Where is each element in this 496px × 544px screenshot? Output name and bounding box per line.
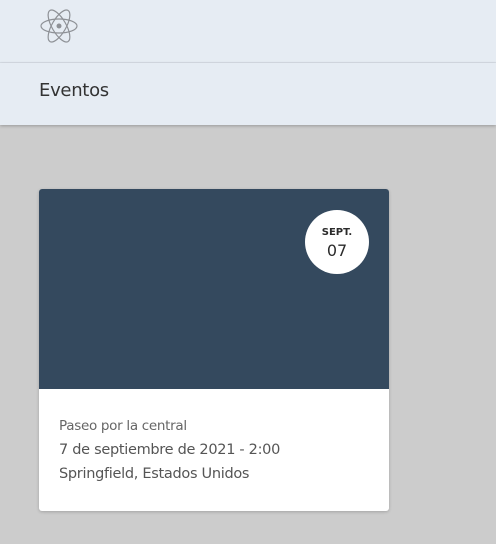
page-title: Eventos: [39, 80, 109, 101]
top-header: [0, 0, 496, 63]
date-badge-day: 07: [326, 241, 348, 260]
event-name[interactable]: Paseo por la central: [59, 416, 379, 436]
atom-logo-icon[interactable]: [39, 6, 79, 46]
event-card[interactable]: SEPT. 07 Paseo por la central 7 de septi…: [39, 189, 389, 511]
event-location: Springfield, Estados Unidos: [59, 466, 250, 482]
date-badge: SEPT. 07: [305, 210, 369, 274]
date-badge-month: SEPT.: [321, 227, 353, 238]
event-datetime: 7 de septiembre de 2021 - 2:00: [59, 442, 281, 458]
event-card-image[interactable]: SEPT. 07: [39, 189, 389, 389]
event-card-body: Paseo por la central 7 de septiembre de …: [59, 416, 379, 486]
